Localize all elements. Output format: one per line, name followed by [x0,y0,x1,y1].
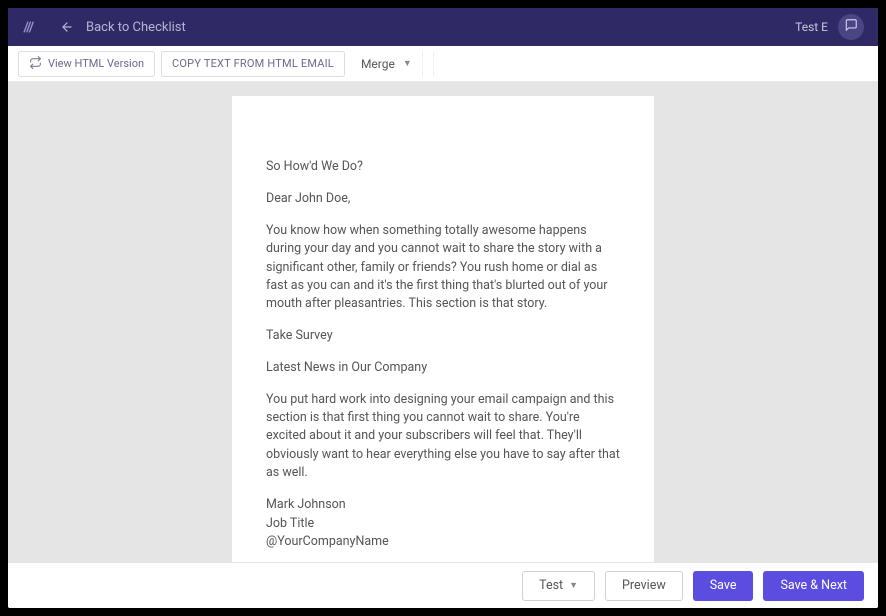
user-name-label: Test E [795,20,828,34]
copy-text-button[interactable]: COPY TEXT FROM HTML EMAIL [161,51,345,77]
signature-title: Job Title [266,515,620,534]
save-next-button[interactable]: Save & Next [763,571,864,601]
view-html-button[interactable]: View HTML Version [18,51,155,77]
save-button[interactable]: Save [693,571,754,601]
test-dropdown-button[interactable]: Test ▼ [522,571,595,601]
copy-text-label: COPY TEXT FROM HTML EMAIL [172,57,334,70]
email-greeting: Dear John Doe, [266,190,620,208]
signature-name: Mark Johnson [266,496,620,515]
email-subject: So How'd We Do? [266,158,620,176]
back-label: Back to Checklist [86,20,186,35]
email-page: So How'd We Do? Dear John Doe, You know … [232,96,654,562]
app-header: Back to Checklist Test E [8,8,878,46]
view-html-label: View HTML Version [48,57,144,70]
save-next-label: Save & Next [780,578,847,593]
swap-icon [29,56,42,72]
back-to-checklist-link[interactable]: Back to Checklist [60,20,186,35]
save-label: Save [710,578,737,593]
content-scroll-area[interactable]: So How'd We Do? Dear John Doe, You know … [8,82,878,562]
email-news-heading: Latest News in Our Company [266,359,620,377]
arrow-left-icon [60,20,74,34]
email-signature: Mark Johnson Job Title @YourCompanyName [266,496,620,552]
email-cta: Take Survey [266,327,620,345]
app-logo-icon [22,19,38,35]
signature-handle: @YourCompanyName [266,533,620,552]
toolbar-divider [433,52,434,76]
chevron-down-icon: ▼ [403,58,412,69]
email-paragraph-2: You put hard work into designing your em… [266,391,620,482]
preview-label: Preview [622,578,666,593]
email-paragraph-1: You know how when something totally awes… [266,222,620,313]
preview-button[interactable]: Preview [605,571,683,601]
chat-button[interactable] [838,14,864,40]
test-label: Test [539,578,563,593]
merge-dropdown[interactable]: Merge ▼ [351,51,423,77]
chat-icon [844,18,858,36]
editor-toolbar: View HTML Version COPY TEXT FROM HTML EM… [8,46,878,82]
merge-label: Merge [361,57,395,71]
chevron-down-icon: ▼ [569,580,578,591]
footer-action-bar: Test ▼ Preview Save Save & Next [8,562,878,608]
